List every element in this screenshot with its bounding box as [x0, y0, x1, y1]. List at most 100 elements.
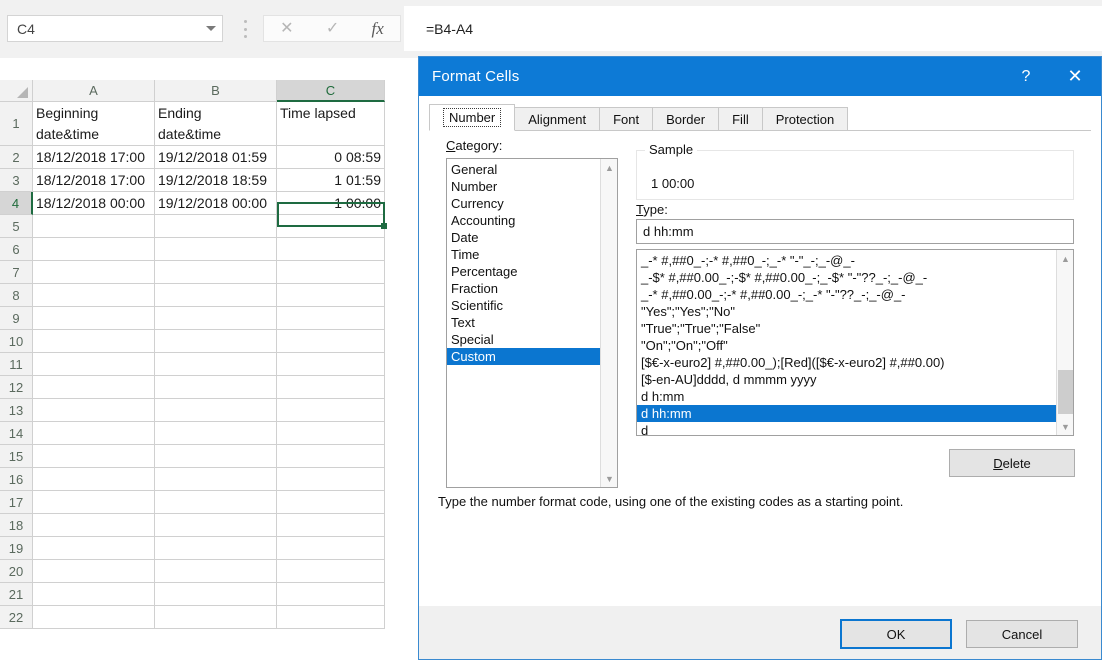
cell-A8[interactable] — [33, 284, 155, 307]
delete-button[interactable]: Delete — [949, 449, 1075, 477]
close-x-icon[interactable]: ✕ — [280, 20, 293, 37]
type-item-8[interactable]: d h:mm — [637, 388, 1058, 405]
chevron-up-icon[interactable]: ▲ — [601, 159, 617, 176]
cell-B3[interactable]: 19/12/2018 18:59 — [155, 169, 277, 192]
select-all-corner[interactable] — [0, 80, 33, 102]
tab-font[interactable]: Font — [599, 107, 654, 131]
cell-C5[interactable] — [277, 215, 385, 238]
cell-C2[interactable]: 0 08:59 — [277, 146, 385, 169]
row-header-2[interactable]: 2 — [0, 146, 33, 169]
row-header-16[interactable]: 16 — [0, 468, 33, 491]
row-header-7[interactable]: 7 — [0, 261, 33, 284]
cell-A5[interactable] — [33, 215, 155, 238]
type-item-1[interactable]: _-$* #,##0.00_-;-$* #,##0.00_-;_-$* "-"?… — [637, 269, 1058, 286]
cell-B14[interactable] — [155, 422, 277, 445]
category-item-custom[interactable]: Custom — [447, 348, 600, 365]
ok-button[interactable]: OK — [840, 619, 952, 649]
category-item-number[interactable]: Number — [447, 178, 600, 195]
tab-border[interactable]: Border — [652, 107, 720, 131]
column-header-b[interactable]: B — [155, 80, 277, 102]
cell-C16[interactable] — [277, 468, 385, 491]
close-x-icon[interactable]: ✕ — [1049, 57, 1101, 96]
cell-A11[interactable] — [33, 353, 155, 376]
category-item-percentage[interactable]: Percentage — [447, 263, 600, 280]
row-header-18[interactable]: 18 — [0, 514, 33, 537]
cell-B11[interactable] — [155, 353, 277, 376]
row-header-10[interactable]: 10 — [0, 330, 33, 353]
tab-number[interactable]: Number — [429, 104, 516, 131]
chevron-down-icon[interactable]: ▼ — [1057, 418, 1073, 435]
tab-protection[interactable]: Protection — [761, 107, 849, 131]
name-box[interactable]: C4 — [7, 15, 223, 42]
row-header-9[interactable]: 9 — [0, 307, 33, 330]
type-item-10[interactable]: d — [637, 422, 1058, 435]
cell-A21[interactable] — [33, 583, 155, 606]
cell-B19[interactable] — [155, 537, 277, 560]
tab-alignment[interactable]: Alignment — [514, 107, 601, 131]
cell-B15[interactable] — [155, 445, 277, 468]
cell-A9[interactable] — [33, 307, 155, 330]
type-item-3[interactable]: "Yes";"Yes";"No" — [637, 303, 1058, 320]
category-item-scientific[interactable]: Scientific — [447, 297, 600, 314]
cell-C14[interactable] — [277, 422, 385, 445]
cell-B18[interactable] — [155, 514, 277, 537]
row-header-3[interactable]: 3 — [0, 169, 33, 192]
category-item-currency[interactable]: Currency — [447, 195, 600, 212]
check-icon[interactable]: ✓ — [326, 20, 339, 37]
cell-C1[interactable]: Time lapsed — [277, 102, 385, 146]
cell-A3[interactable]: 18/12/2018 17:00 — [33, 169, 155, 192]
cell-B6[interactable] — [155, 238, 277, 261]
formula-input[interactable]: =B4-A4 — [404, 6, 1102, 51]
cell-B9[interactable] — [155, 307, 277, 330]
cell-A4[interactable]: 18/12/2018 00:00 — [33, 192, 155, 215]
cell-A6[interactable] — [33, 238, 155, 261]
row-header-21[interactable]: 21 — [0, 583, 33, 606]
cell-A18[interactable] — [33, 514, 155, 537]
type-item-4[interactable]: "True";"True";"False" — [637, 320, 1058, 337]
cell-B17[interactable] — [155, 491, 277, 514]
category-item-date[interactable]: Date — [447, 229, 600, 246]
cell-A15[interactable] — [33, 445, 155, 468]
row-header-19[interactable]: 19 — [0, 537, 33, 560]
cell-A7[interactable] — [33, 261, 155, 284]
category-item-fraction[interactable]: Fraction — [447, 280, 600, 297]
cell-C9[interactable] — [277, 307, 385, 330]
cell-B8[interactable] — [155, 284, 277, 307]
fx-icon[interactable]: fx — [372, 20, 384, 37]
cell-B10[interactable] — [155, 330, 277, 353]
cell-A16[interactable] — [33, 468, 155, 491]
cell-B21[interactable] — [155, 583, 277, 606]
row-header-4[interactable]: 4 — [0, 192, 33, 215]
cell-C11[interactable] — [277, 353, 385, 376]
cell-C15[interactable] — [277, 445, 385, 468]
cell-A1[interactable]: Beginning date&time — [33, 102, 155, 146]
cell-B20[interactable] — [155, 560, 277, 583]
category-item-accounting[interactable]: Accounting — [447, 212, 600, 229]
cell-C17[interactable] — [277, 491, 385, 514]
cell-C4[interactable]: 1 00:00 — [277, 192, 385, 215]
row-header-22[interactable]: 22 — [0, 606, 33, 629]
cell-C3[interactable]: 1 01:59 — [277, 169, 385, 192]
category-scrollbar[interactable]: ▲ ▼ — [600, 159, 617, 487]
tab-fill[interactable]: Fill — [718, 107, 763, 131]
cell-A17[interactable] — [33, 491, 155, 514]
row-header-15[interactable]: 15 — [0, 445, 33, 468]
type-item-5[interactable]: "On";"On";"Off" — [637, 337, 1058, 354]
type-list[interactable]: _-* #,##0_-;-* #,##0_-;_-* "-"_-;_-@_- _-… — [636, 249, 1074, 436]
cell-C7[interactable] — [277, 261, 385, 284]
type-item-6[interactable]: [$€-x-euro2] #,##0.00_);[Red]([$€-x-euro… — [637, 354, 1058, 371]
category-item-general[interactable]: General — [447, 161, 600, 178]
cell-B13[interactable] — [155, 399, 277, 422]
chevron-up-icon[interactable]: ▲ — [1057, 250, 1073, 267]
cell-A14[interactable] — [33, 422, 155, 445]
column-header-a[interactable]: A — [33, 80, 155, 102]
cell-C12[interactable] — [277, 376, 385, 399]
cell-C13[interactable] — [277, 399, 385, 422]
cell-A10[interactable] — [33, 330, 155, 353]
cell-C6[interactable] — [277, 238, 385, 261]
cell-C10[interactable] — [277, 330, 385, 353]
row-header-11[interactable]: 11 — [0, 353, 33, 376]
cell-B16[interactable] — [155, 468, 277, 491]
cell-A12[interactable] — [33, 376, 155, 399]
cell-A13[interactable] — [33, 399, 155, 422]
